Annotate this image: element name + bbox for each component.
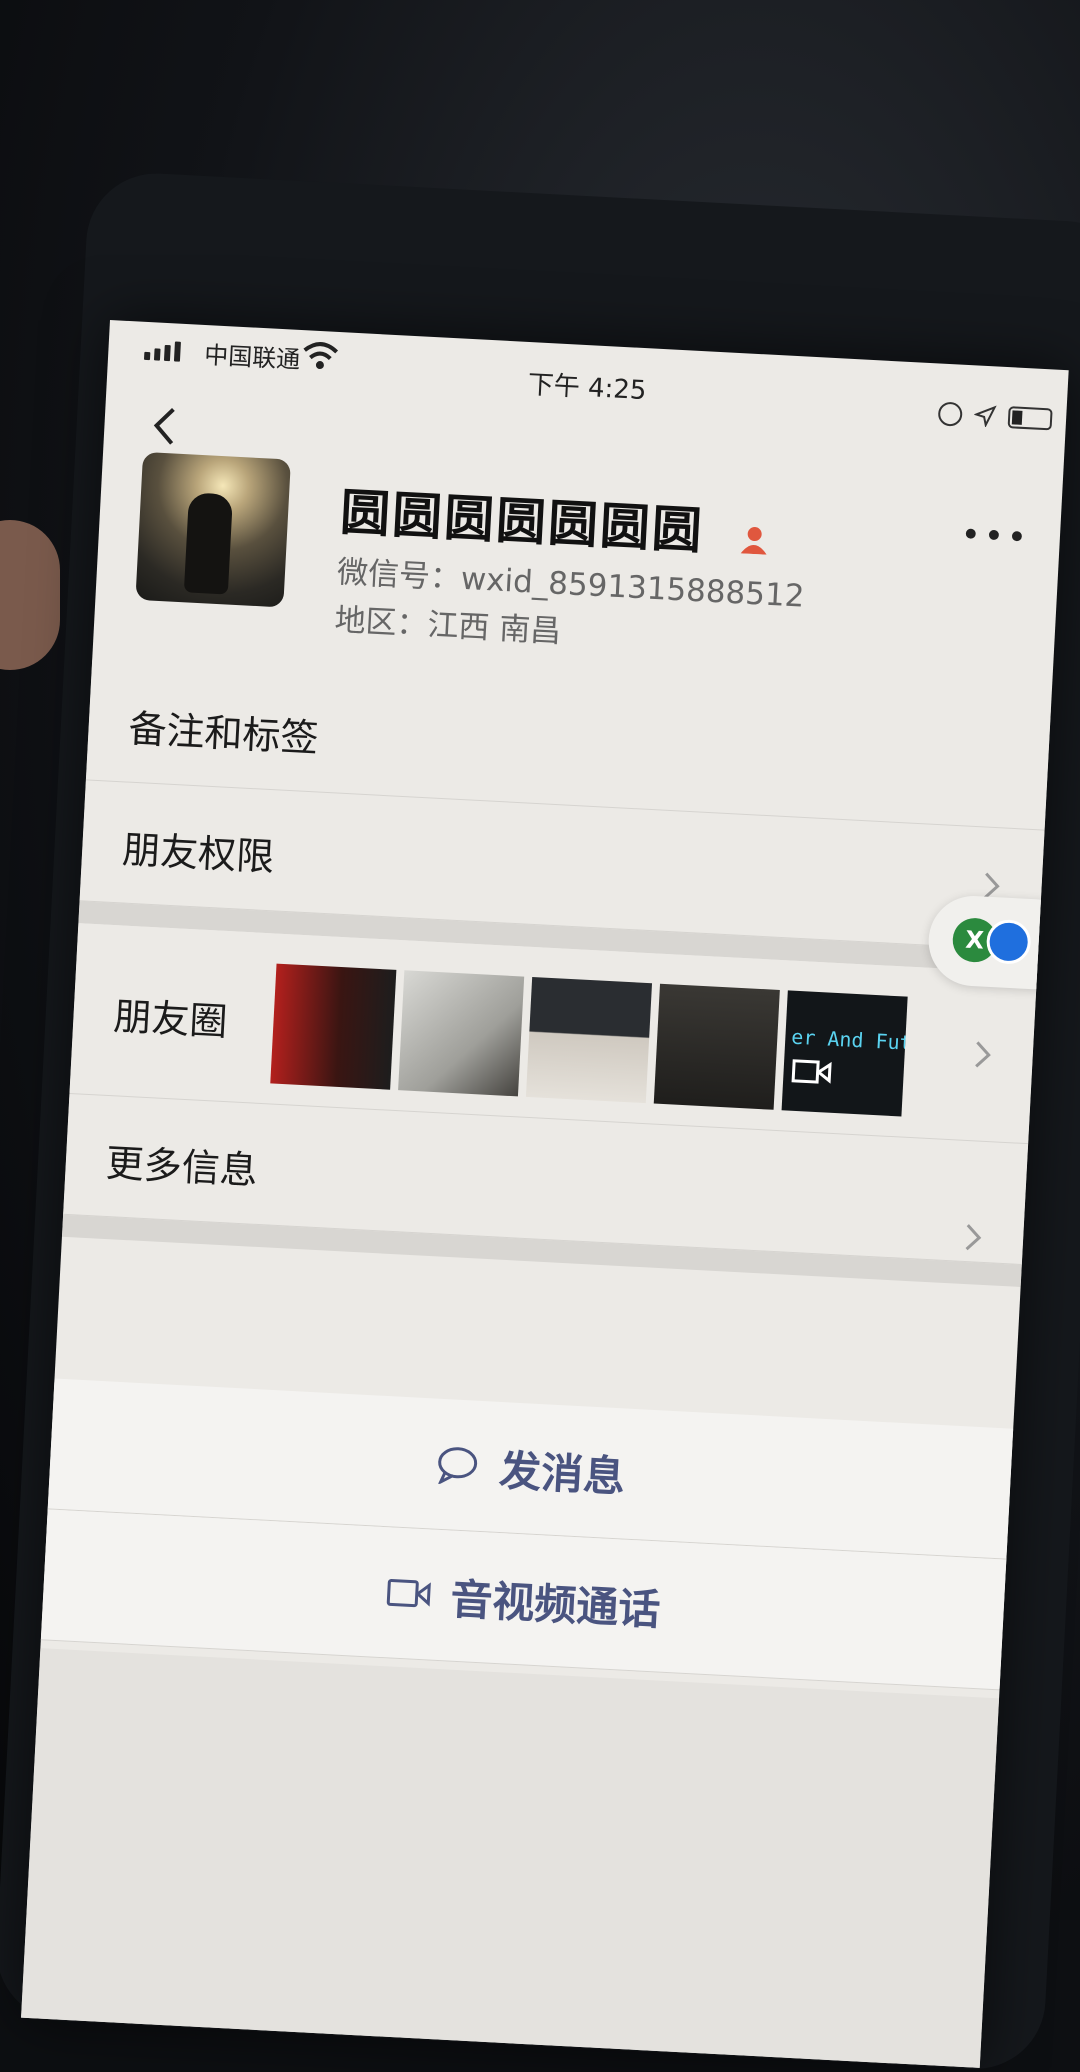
profile-header: 圆圆圆圆圆圆圆 微信号：wxid_8591315888512 地区：江西 南昌 (133, 451, 1062, 700)
moments-thumbnails: er And Fut (270, 963, 908, 1117)
more-info-label: 更多信息 (104, 1140, 259, 1193)
video-camera-icon (386, 1578, 431, 1608)
moment-thumbnail (653, 983, 780, 1110)
moment-thumbnail (398, 970, 525, 1097)
back-button[interactable] (143, 400, 186, 452)
moment-thumbnail (270, 963, 397, 1090)
chevron-right-icon (965, 1224, 982, 1251)
floating-app-icon (985, 918, 1032, 966)
moment-thumbnail (525, 976, 653, 1104)
moment-video-thumbnail: er And Fut (781, 990, 908, 1117)
wifi-icon (303, 342, 339, 370)
video-call-label: 音视频通话 (449, 1574, 662, 1635)
battery-icon (1007, 406, 1053, 431)
chevron-right-icon (975, 1041, 991, 1068)
info-list: 朋友圈 er And Fut 更多信息 (63, 923, 1038, 1266)
video-thumbnail-text: er And Fut (790, 1024, 908, 1055)
friend-permissions-label: 朋友权限 (121, 827, 276, 880)
phone-screen: 中国联通 下午 4:25 ••• 圆圆圆圆圆圆圆 微信号：wxid_859131… (21, 320, 1069, 2068)
send-message-label: 发消息 (498, 1445, 627, 1502)
video-camera-icon (791, 1059, 832, 1084)
remarks-tags-label: 备注和标签 (127, 706, 320, 761)
signal-icon (143, 340, 181, 362)
person-icon (740, 527, 767, 555)
location-icon (973, 405, 997, 428)
carrier-name: 中国联通 (203, 341, 301, 374)
moments-label: 朋友圈 (112, 994, 229, 1045)
rotation-lock-icon (937, 401, 963, 427)
status-indicators (937, 401, 1053, 431)
status-time: 下午 4:25 (527, 369, 648, 407)
screen-bottom (21, 1648, 1000, 2068)
avatar-silhouette (183, 492, 234, 595)
avatar[interactable] (135, 451, 291, 608)
settings-list: 备注和标签 朋友权限 (79, 659, 1051, 952)
chat-bubble-icon (437, 1447, 478, 1486)
finger (0, 520, 60, 670)
region: 地区：江西 南昌 (333, 602, 563, 651)
action-list: 发消息 音视频通话 (40, 1378, 1014, 1691)
